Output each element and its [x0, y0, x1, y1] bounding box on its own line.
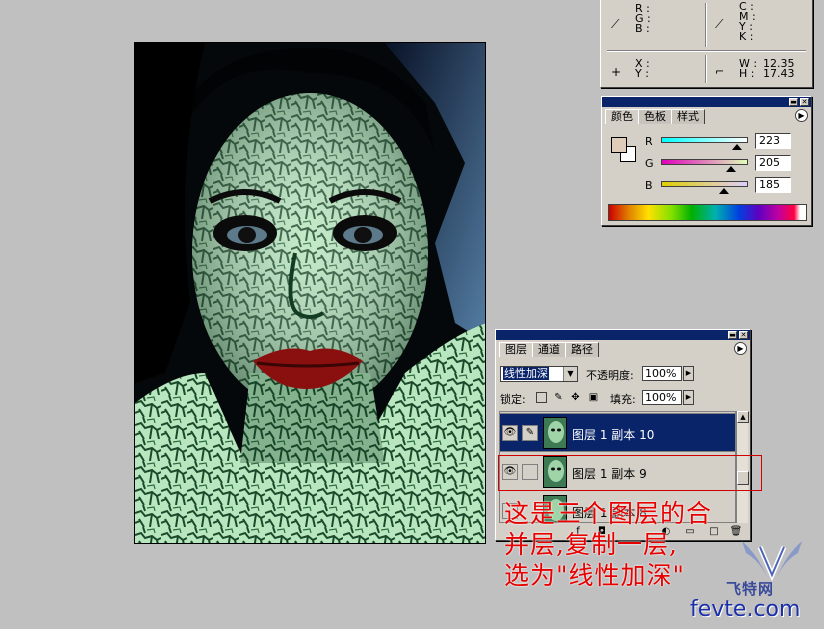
g-channel-label: G [645, 157, 654, 170]
info-divider [705, 3, 707, 47]
r-channel-label: R [645, 135, 653, 148]
fill-arrow-icon[interactable]: ▶ [683, 390, 694, 405]
lock-move-icon[interactable]: ✥ [570, 392, 581, 403]
watermark-url: fevte.com [690, 597, 801, 622]
b-slider-track[interactable] [661, 181, 748, 187]
document-canvas[interactable] [134, 42, 486, 544]
g-slider-track[interactable] [661, 159, 748, 165]
chevron-down-icon[interactable]: ▼ [563, 367, 577, 381]
tab-layers[interactable]: 图层 [499, 342, 533, 357]
opacity-label: 不透明度: [586, 369, 634, 382]
info-palette: ⟋ R : G : B : ⟋ C : M : Y : K : + X : Y … [600, 0, 813, 88]
tab-color[interactable]: 颜色 [605, 109, 639, 124]
annotation-line-3: 选为"线性加深" [504, 561, 685, 590]
r-slider-thumb[interactable] [732, 144, 743, 150]
h-label: H : [739, 67, 755, 80]
layers-close-button[interactable]: ✕ [739, 331, 748, 339]
g-value-field[interactable]: 205 [755, 155, 791, 171]
blend-mode-value: 线性加深 [503, 367, 549, 380]
color-tabs: 颜色 色板 样式 ▶ [602, 107, 811, 124]
selection-size-icon: ⌐ [715, 65, 725, 78]
cmyk-k-label: K : [739, 30, 754, 43]
foreground-color-swatch[interactable] [611, 137, 627, 153]
opacity-field[interactable]: 100% [642, 366, 682, 381]
tab-channels[interactable]: 通道 [532, 342, 566, 357]
color-palette: ▬ ✕ 颜色 色板 样式 ▶ R 223 G 205 B 185 [601, 96, 812, 226]
info-separator [607, 50, 806, 52]
layers-palette-titlebar[interactable]: ▬ ✕ [496, 330, 750, 340]
b-channel-label: B [645, 179, 653, 192]
layers-minimize-button[interactable]: ▬ [728, 331, 737, 339]
annotation-line-2: 并层,复制一层, [504, 530, 678, 559]
b-slider-thumb[interactable] [719, 188, 730, 194]
lock-all-icon[interactable]: ▣ [588, 392, 599, 403]
watermark-name: 飞特网 [726, 580, 775, 598]
tab-swatches[interactable]: 色板 [638, 109, 672, 124]
cracked-face-image [135, 43, 485, 543]
b-value-field[interactable]: 185 [755, 177, 791, 193]
eyedropper-cmyk-icon[interactable]: ⟋ [715, 18, 723, 30]
minimize-button[interactable]: ▬ [789, 98, 798, 106]
layer-thumbnail [543, 417, 567, 449]
eye-icon[interactable]: 👁 [502, 425, 518, 441]
tab-styles[interactable]: 样式 [671, 109, 705, 124]
y-label: Y : [635, 67, 649, 80]
eyedropper-icon[interactable]: ⟋ [611, 18, 619, 30]
rgb-b-label: B : [635, 22, 650, 35]
color-spectrum-bar[interactable] [608, 204, 807, 221]
layers-tabs: 图层 通道 路径 ▶ [496, 340, 750, 357]
h-value: 17.43 [763, 67, 795, 80]
info-divider-2 [705, 55, 707, 83]
opacity-arrow-icon[interactable]: ▶ [683, 366, 694, 381]
lock-label: 锁定: [500, 393, 526, 406]
lock-paint-icon[interactable]: ✎ [553, 392, 564, 403]
r-slider-track[interactable] [661, 137, 748, 143]
r-value-field[interactable]: 223 [755, 133, 791, 149]
tab-paths[interactable]: 路径 [565, 342, 599, 357]
brush-icon[interactable]: ✎ [522, 425, 538, 441]
annotation-line-1: 这是三个图层的合 [504, 499, 713, 528]
fill-field[interactable]: 100% [642, 390, 682, 405]
palette-menu-icon[interactable]: ▶ [795, 109, 808, 122]
close-button[interactable]: ✕ [800, 98, 809, 106]
fill-label: 填充: [610, 393, 636, 406]
layer-row[interactable]: 👁 ✎ 图层 1 副本 10 [500, 414, 735, 452]
blend-mode-select[interactable]: 线性加深 ▼ [500, 366, 578, 382]
layers-menu-icon[interactable]: ▶ [734, 342, 747, 355]
scroll-up-icon[interactable]: ▲ [737, 411, 749, 423]
lock-transparency-icon[interactable] [536, 392, 547, 403]
crosshair-icon: + [611, 65, 622, 79]
highlight-box [498, 455, 762, 491]
g-slider-thumb[interactable] [725, 166, 736, 172]
layer-name[interactable]: 图层 1 副本 10 [572, 426, 654, 443]
color-palette-titlebar[interactable]: ▬ ✕ [602, 97, 811, 107]
